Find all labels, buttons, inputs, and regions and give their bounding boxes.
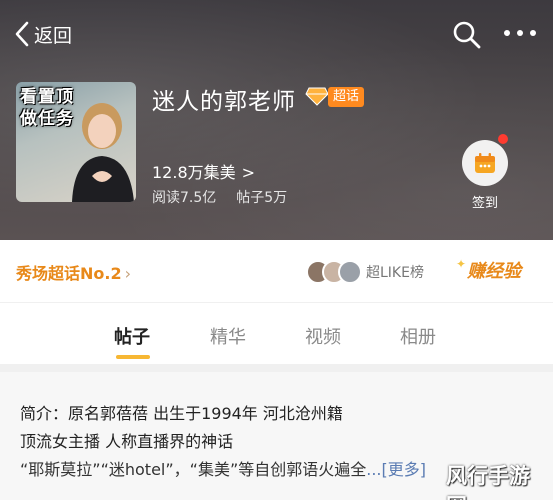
topic-name: 迷人的郭老师: [152, 89, 296, 115]
showroom-rank-link[interactable]: 秀场超话No.2 ›: [16, 260, 131, 284]
intro-line-text: “耶斯莫拉”“迷hotel”，“集美”等自创郭语火遍全: [20, 460, 367, 479]
calendar-icon: [475, 153, 495, 173]
tab-videos[interactable]: 视频: [305, 323, 341, 349]
intro-line: 简介：原名郭蓓蓓 出生于1994年 河北沧州籍: [20, 404, 343, 423]
rank-text: 秀场超话No.2: [16, 264, 122, 283]
signin-icon-circle: [462, 134, 508, 186]
avatar: [338, 260, 362, 284]
diamond-icon: [305, 87, 329, 106]
notification-dot: [498, 134, 508, 144]
more-icon[interactable]: [503, 26, 537, 40]
topic-header: 返回 看置顶做任务 迷人的郭老师 超话 12.8万集美 > 阅读7.5亿 帖子5万: [0, 0, 553, 240]
fans-count-text: 12.8万集美: [152, 163, 236, 182]
top-bar: 返回: [0, 0, 553, 68]
tab-featured[interactable]: 精华: [210, 323, 246, 349]
topic-cover-image: 看置顶做任务: [16, 82, 136, 202]
more-link[interactable]: ...[更多]: [366, 460, 426, 479]
back-button[interactable]: 返回: [12, 18, 72, 50]
super-like-rank-link[interactable]: 超LIKE榜: [366, 262, 424, 282]
earn-experience-button[interactable]: ✦赚经验: [456, 257, 521, 283]
site-watermark: 风行手游网: [446, 452, 552, 500]
cover-text: 看置顶做任务: [20, 87, 74, 129]
back-arrow-icon: [15, 21, 29, 47]
earn-label: 赚经验: [467, 261, 522, 282]
intro-line: “耶斯莫拉”“迷hotel”，“集美”等自创郭语火遍全...[更多]: [20, 456, 426, 480]
signin-button[interactable]: 签到: [462, 134, 508, 211]
search-icon[interactable]: [452, 20, 482, 50]
topic-tabs: 帖子 精华 视频 相册: [0, 302, 553, 364]
watermark-text: 风行手游网: [446, 463, 530, 500]
fans-count[interactable]: 12.8万集美 >: [152, 159, 255, 183]
intro-line: 顶流女主播 人称直播界的神话: [20, 432, 234, 451]
rank-bar: 秀场超话No.2 › 超LIKE榜 ✦赚经验: [0, 240, 553, 302]
back-label: 返回: [34, 24, 73, 47]
spark-icon: ✦: [456, 257, 467, 271]
chevron-right-icon: ›: [124, 264, 132, 283]
active-tab-indicator: [116, 355, 150, 359]
read-count: 阅读7.5亿: [152, 190, 217, 206]
tab-posts[interactable]: 帖子: [114, 323, 150, 349]
chevron-right-icon: >: [241, 163, 256, 182]
post-count: 帖子5万: [236, 190, 288, 206]
top-fan-avatars[interactable]: [306, 260, 362, 284]
topic-stats: 阅读7.5亿 帖子5万: [152, 187, 287, 207]
tab-albums[interactable]: 相册: [400, 323, 436, 349]
supertopic-badge: 超话: [328, 87, 365, 107]
signin-label: 签到: [471, 196, 498, 211]
